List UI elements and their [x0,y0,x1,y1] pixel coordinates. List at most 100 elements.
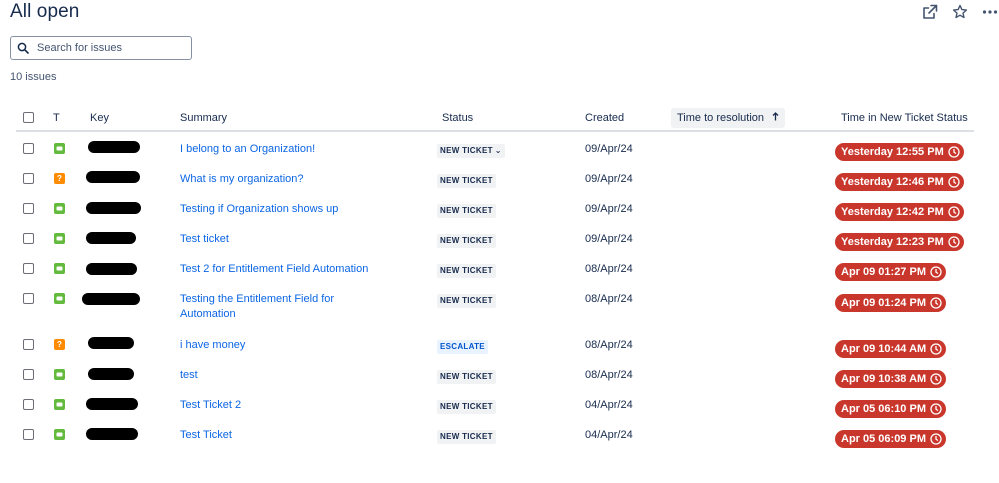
column-time-in-status[interactable]: Time in New Ticket Status [841,112,968,124]
row-checkbox[interactable] [23,173,34,184]
column-time-to-resolution[interactable]: Time to resolution [671,108,786,128]
sla-badge: Apr 05 06:10 PM [835,400,946,418]
created-date: 08/Apr/24 [585,369,633,381]
sla-badge: Apr 09 01:24 PM [835,294,946,312]
clock-icon [930,373,942,385]
redacted-issue-key [86,398,138,410]
issue-summary-link[interactable]: I belong to an Organization! [180,142,370,157]
issue-summary-link[interactable]: Testing if Organization shows up [180,202,370,217]
status-lozenge[interactable]: NEW TICKET [437,174,496,188]
question-icon: ? [54,339,65,350]
more-icon[interactable] [981,3,999,21]
issue-summary-link[interactable]: Testing the Entitlement Field for Automa… [180,292,355,322]
issue-summary-link[interactable]: test [180,368,370,383]
status-lozenge[interactable]: ESCALATE [437,340,488,354]
sla-badge: Apr 09 10:44 AM [835,340,947,358]
sla-time: Apr 09 01:24 PM [841,297,926,309]
service-request-icon [54,429,65,440]
column-summary[interactable]: Summary [180,112,227,124]
created-date: 09/Apr/24 [585,173,633,185]
service-request-icon [54,293,65,304]
row-checkbox[interactable] [23,399,34,410]
row-checkbox[interactable] [23,339,34,350]
sla-time: Apr 05 06:10 PM [841,403,926,415]
row-checkbox[interactable] [23,203,34,214]
sla-time: Yesterday 12:55 PM [841,146,944,158]
created-date: 04/Apr/24 [585,429,633,441]
column-time-to-resolution-label: Time to resolution [677,112,765,124]
star-icon[interactable] [951,3,969,21]
column-key[interactable]: Key [90,112,109,124]
sla-badge: Yesterday 12:55 PM [835,143,964,161]
issue-summary-link[interactable]: Test Ticket 2 [180,398,370,413]
clock-icon [930,433,942,445]
sla-time: Apr 05 06:09 PM [841,433,926,445]
redacted-issue-key [86,232,136,244]
issue-summary-link[interactable]: Test ticket [180,232,370,247]
status-lozenge[interactable]: NEW TICKET [437,234,496,248]
column-status[interactable]: Status [442,112,473,124]
sla-badge: Apr 05 06:09 PM [835,430,946,448]
redacted-issue-key [88,368,134,380]
service-request-icon [54,399,65,410]
arrow-up-icon [772,112,779,124]
row-checkbox[interactable] [23,263,34,274]
created-date: 09/Apr/24 [585,143,633,155]
clock-icon [948,146,960,158]
row-checkbox[interactable] [23,429,34,440]
redacted-issue-key [86,263,137,275]
created-date: 08/Apr/24 [585,263,633,275]
search-icon [17,41,31,55]
redacted-issue-key [86,171,140,183]
question-icon: ? [54,173,65,184]
row-checkbox[interactable] [23,293,34,304]
clock-icon [930,297,942,309]
issue-summary-link[interactable]: i have money [180,338,370,353]
issue-summary-link[interactable]: Test 2 for Entitlement Field Automation [180,262,380,277]
status-lozenge[interactable]: NEW TICKET [437,370,496,384]
clock-icon [948,206,960,218]
service-request-icon [54,233,65,244]
page-actions [921,3,999,21]
sla-time: Yesterday 12:42 PM [841,206,944,218]
sla-badge: Yesterday 12:46 PM [835,173,964,191]
external-link-icon[interactable] [921,3,939,21]
redacted-issue-key [86,428,138,440]
sla-time: Apr 09 10:38 AM [841,373,927,385]
sla-time: Apr 09 01:27 PM [841,266,926,278]
clock-icon [948,176,960,188]
service-request-icon [54,203,65,214]
status-lozenge[interactable]: NEW TICKET [437,430,496,444]
column-created[interactable]: Created [585,112,624,124]
redacted-issue-key [86,202,141,214]
created-date: 08/Apr/24 [585,293,633,305]
service-request-icon [54,143,65,154]
select-all-checkbox[interactable] [23,112,34,123]
sla-time: Yesterday 12:46 PM [841,176,944,188]
status-lozenge[interactable]: NEW TICKET ⌄ [437,144,505,158]
clock-icon [930,403,942,415]
issue-count: 10 issues [10,71,57,83]
table-header: T Key Summary Status Created Time to res… [16,106,974,132]
sla-badge: Apr 09 10:38 AM [835,370,947,388]
status-lozenge[interactable]: NEW TICKET [437,400,496,414]
created-date: 09/Apr/24 [585,233,633,245]
status-lozenge[interactable]: NEW TICKET [437,264,496,278]
clock-icon [930,266,942,278]
issue-summary-link[interactable]: What is my organization? [180,172,370,187]
clock-icon [948,236,960,248]
row-checkbox[interactable] [23,143,34,154]
row-checkbox[interactable] [23,369,34,380]
search-input[interactable] [37,42,187,54]
sla-time: Apr 09 10:44 AM [841,343,927,355]
issue-summary-link[interactable]: Test Ticket [180,428,370,443]
redacted-issue-key [88,141,140,153]
service-request-icon [54,369,65,380]
status-lozenge[interactable]: NEW TICKET [437,204,496,218]
row-checkbox[interactable] [23,233,34,244]
status-lozenge[interactable]: NEW TICKET [437,294,496,308]
service-request-icon [54,263,65,274]
column-type[interactable]: T [53,112,60,124]
created-date: 09/Apr/24 [585,203,633,215]
sla-badge: Yesterday 12:23 PM [835,233,964,251]
